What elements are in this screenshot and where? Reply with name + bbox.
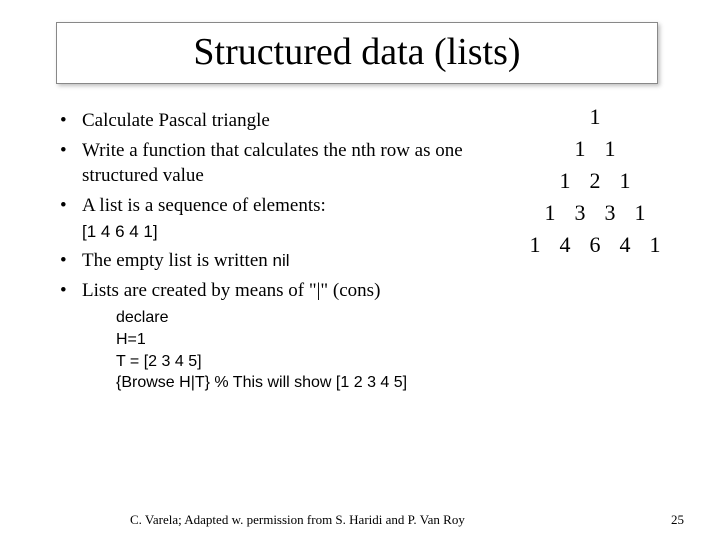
code-line: declare: [116, 307, 496, 329]
pascal-cell: 1: [610, 168, 640, 194]
bullet-text: The empty list is written: [82, 250, 273, 271]
bullet-text: A list is a sequence of elements:: [82, 195, 326, 216]
pascal-cell: 1: [520, 232, 550, 258]
nil-keyword: nil: [273, 251, 290, 270]
pascal-row: 1: [480, 104, 710, 130]
title-box: Structured data (lists): [56, 22, 658, 84]
pascal-cell: 3: [595, 200, 625, 226]
bullet-text: Calculate Pascal triangle: [82, 110, 270, 131]
pascal-cell: 1: [640, 232, 670, 258]
pascal-cell: 1: [565, 136, 595, 162]
pascal-cell: 3: [565, 200, 595, 226]
slide-title: Structured data (lists): [57, 23, 657, 81]
pascal-cell: 4: [610, 232, 640, 258]
pascal-row: 1331: [480, 200, 710, 226]
list-item: Calculate Pascal triangle: [56, 108, 496, 134]
pascal-cell: 1: [535, 200, 565, 226]
attribution-text: C. Varela; Adapted w. permission from S.…: [130, 512, 465, 528]
pascal-cell: 1: [580, 104, 610, 130]
code-line: T = [2 3 4 5]: [116, 351, 496, 373]
pascal-cell: 1: [625, 200, 655, 226]
list-item: Write a function that calculates the nth…: [56, 138, 496, 189]
pascal-row: 11: [480, 136, 710, 162]
bullet-text: Lists are created by means of: [82, 280, 309, 301]
bullet-list: Calculate Pascal triangle Write a functi…: [56, 108, 496, 303]
list-item: The empty list is written nil: [56, 248, 496, 274]
pascal-triangle: 1 11 121 1331 14641: [480, 104, 710, 264]
pascal-cell: 1: [550, 168, 580, 194]
list-item: Lists are created by means of "|" (cons): [56, 278, 496, 304]
cons-operator: "|" (cons): [309, 280, 381, 301]
list-literal: [1 4 6 4 1]: [82, 222, 158, 241]
bullet-text: Write a function that calculates the nth…: [82, 140, 463, 187]
code-line: H=1: [116, 329, 496, 351]
code-line: {Browse H|T} % This will show [1 2 3 4 5…: [116, 372, 496, 394]
pascal-row: 14641: [480, 232, 710, 258]
code-block: declare H=1 T = [2 3 4 5] {Browse H|T} %…: [116, 307, 496, 393]
bullet-content: Calculate Pascal triangle Write a functi…: [56, 108, 496, 394]
pascal-cell: 2: [580, 168, 610, 194]
pascal-cell: 1: [595, 136, 625, 162]
page-number: 25: [671, 512, 684, 528]
pascal-cell: 6: [580, 232, 610, 258]
pascal-row: 121: [480, 168, 710, 194]
list-item: A list is a sequence of elements: [1 4 6…: [56, 193, 496, 244]
pascal-cell: 4: [550, 232, 580, 258]
